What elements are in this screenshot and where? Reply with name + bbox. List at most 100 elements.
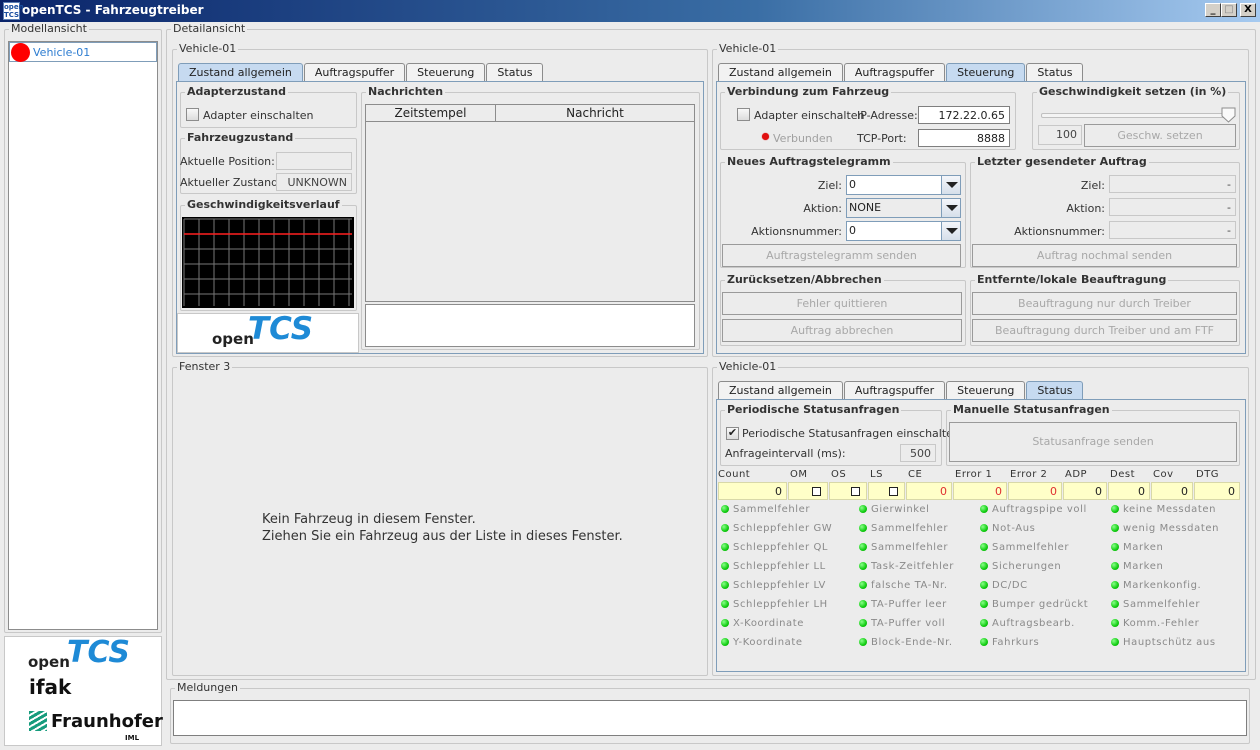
send-order-button[interactable]: Auftragstelegramm senden [722,244,961,267]
panel4-tab-steuerung[interactable]: Steuerung [946,381,1026,399]
status-indicator: Sammelfehler [980,542,1069,553]
acknowledge-error-button[interactable]: Fehler quittieren [722,292,962,315]
status-led-icon [721,619,729,627]
resend-order-button[interactable]: Auftrag nochmal senden [972,244,1237,267]
panel4-tab-zustand[interactable]: Zustand allgemein [718,381,843,399]
panel2-tab-zustand[interactable]: Zustand allgemein [718,63,843,81]
reset-title: Zurücksetzen/Abbrechen [725,273,884,286]
panel1-tab-steuerung[interactable]: Steuerung [406,63,486,81]
status-indicator: wenig Messdaten [1111,523,1219,534]
action-combobox[interactable]: NONE [846,198,961,218]
status-indicator: falsche TA-Nr. [859,580,948,591]
status-indicator-label: Sicherungen [992,561,1062,572]
status-indicator-label: Schleppfehler GW [733,523,833,534]
status-value-ls [868,482,905,500]
new-action-label: Aktion: [803,202,842,215]
status-led-icon [980,619,988,627]
ip-address-input[interactable]: 172.22.0.65 [918,106,1010,124]
remote-order-title: Entfernte/lokale Beauftragung [975,273,1169,286]
status-indicator: Gierwinkel [859,504,929,515]
panel2-tab-status[interactable]: Status [1026,63,1084,81]
status-led-icon [859,581,867,589]
position-field [276,152,352,170]
speed-history-title: Geschwindigkeitsverlauf [185,198,342,211]
panel1-tab-zustand[interactable]: Zustand allgemein [178,63,303,81]
messages-table[interactable]: Zeitstempel Nachricht [365,104,695,302]
status-indicator-label: Schleppfehler LV [733,580,826,591]
status-value-ce: 0 [906,482,952,500]
opentcs-logo-tcs: TCS [67,635,131,670]
panel4-tabs: Zustand allgemein Auftragspuffer Steueru… [718,381,1084,399]
status-led-icon [980,543,988,551]
column-header-nachricht[interactable]: Nachricht [496,105,694,122]
vehicle-list-item[interactable]: Vehicle-01 [9,42,157,62]
action-combobox-value: NONE [849,201,882,214]
adapter-state-title: Adapterzustand [185,85,288,98]
speed-slider-track[interactable] [1041,113,1233,118]
status-value-count: 0 [718,482,787,500]
last-action-number-label: Aktionsnummer: [1014,225,1105,238]
panel2-tab-auftragspuffer[interactable]: Auftragspuffer [843,63,946,81]
vehicle-list[interactable]: Vehicle-01 [8,41,158,630]
set-speed-button[interactable]: Geschw. setzen [1084,124,1236,147]
status-indicator: Schleppfehler LV [721,580,826,591]
dest-combobox[interactable]: 0 [846,175,961,195]
panel4-tab-status[interactable]: Status [1026,381,1084,399]
periodic-status-checkbox[interactable]: ✔ [726,427,739,440]
speed-value-field[interactable]: 100 [1038,125,1082,145]
column-header-zeitstempel[interactable]: Zeitstempel [366,105,496,122]
window-title: openTCS - Fahrzeugtreiber [22,3,204,17]
panel1-tab-auftragspuffer[interactable]: Auftragspuffer [303,63,406,81]
status-led-icon [1111,638,1119,646]
status-indicator-label: wenig Messdaten [1123,523,1220,534]
speed-slider-thumb[interactable] [1221,107,1237,123]
position-label: Aktuelle Position: [180,155,275,168]
status-indicator: Schleppfehler GW [721,523,832,534]
status-led-icon [859,600,867,608]
status-led-icon [1111,619,1119,627]
panel2-adapter-checkbox[interactable] [737,108,750,121]
send-status-request-button[interactable]: Statusanfrage senden [949,422,1237,462]
status-indicator: Block-Ende-Nr. [859,637,953,648]
action-number-combobox[interactable]: 0 [846,221,961,241]
fraunhofer-logo: Fraunhofer [51,711,163,732]
status-indicator-label: Sammelfehler [1123,599,1201,610]
tcp-port-input[interactable]: 8888 [918,129,1010,147]
abort-order-button[interactable]: Auftrag abbrechen [722,319,962,342]
status-header-om: OM [790,469,808,480]
status-header-ls: LS [870,469,883,480]
message-detail-area[interactable] [365,304,695,347]
panel1-tab-status[interactable]: Status [486,63,544,81]
minimize-button[interactable]: _ [1205,3,1221,17]
panel2-tab-steuerung[interactable]: Steuerung [946,63,1026,81]
status-led-icon [859,505,867,513]
maximize-button[interactable]: □ [1221,3,1237,17]
close-button[interactable]: X [1240,3,1256,17]
panel3-title: Fenster 3 [177,360,233,373]
status-indicator-label: Schleppfehler QL [733,542,829,553]
status-indicator: Markenkonfig. [1111,580,1201,591]
chevron-down-icon[interactable] [941,176,960,194]
status-header-ce: CE [908,469,923,480]
driver-and-ftf-button[interactable]: Beauftragung durch Treiber und am FTF [972,319,1237,342]
messages-title: Nachrichten [366,85,446,98]
status-led-icon [980,505,988,513]
status-led-icon [721,505,729,513]
status-indicator: Schleppfehler LH [721,599,828,610]
driver-only-button[interactable]: Beauftragung nur durch Treiber [972,292,1237,315]
status-value-os [829,482,867,500]
messages-log-area[interactable] [173,700,1247,736]
panel2-title: Vehicle-01 [717,42,779,55]
status-indicator-label: Sammelfehler [992,542,1070,553]
status-indicator-label: X-Koordinate [733,618,805,629]
interval-field[interactable]: 500 [900,444,936,462]
panel4-tab-auftragspuffer[interactable]: Auftragspuffer [843,381,946,399]
status-indicator: DC/DC [980,580,1028,591]
panel1-adapter-checkbox[interactable] [186,108,199,121]
chevron-down-icon[interactable] [941,222,960,240]
status-indicator-label: TA-Puffer leer [871,599,947,610]
periodic-status-title: Periodische Statusanfragen [725,403,902,416]
status-header-os: OS [831,469,847,480]
status-indicator-label: Markenkonfig. [1123,580,1202,591]
chevron-down-icon[interactable] [941,199,960,217]
